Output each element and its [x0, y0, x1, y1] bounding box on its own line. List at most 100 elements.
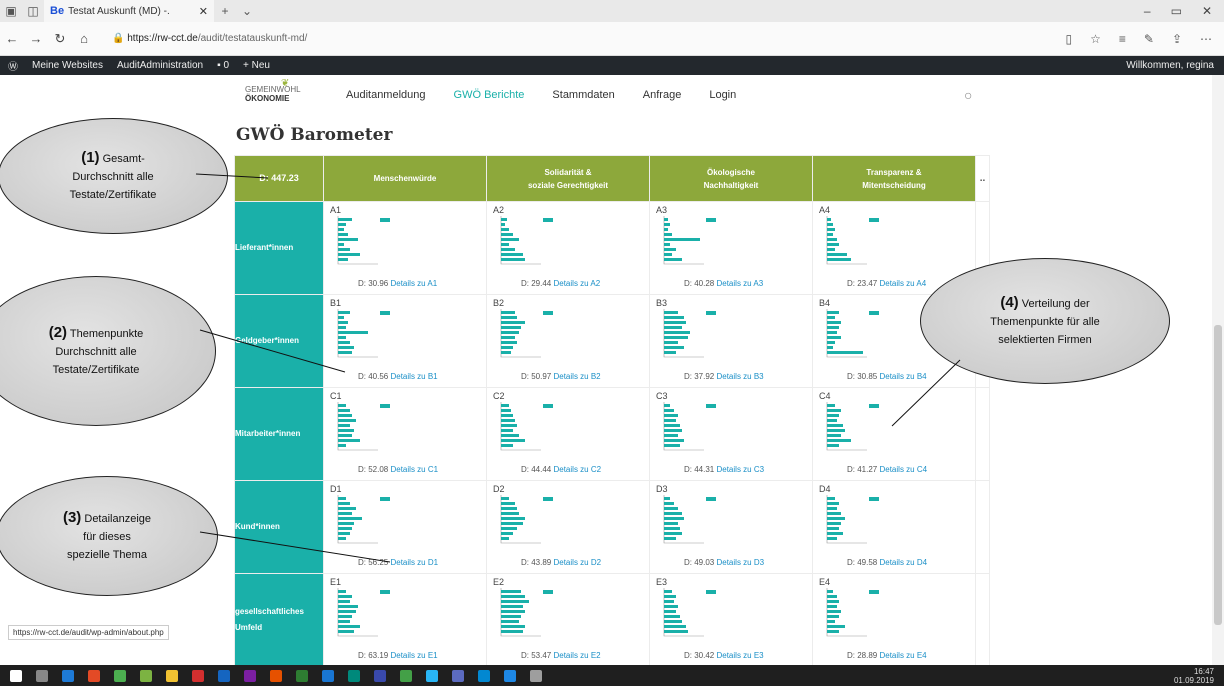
menu-item-anfrage[interactable]: Anfrage: [643, 89, 682, 101]
new-link[interactable]: + Neu: [243, 60, 270, 71]
favorite-star-icon[interactable]: ☆: [1090, 32, 1101, 46]
details-link[interactable]: Details zu D4: [879, 558, 927, 567]
details-link[interactable]: Details zu C4: [879, 465, 927, 474]
restore-icon[interactable]: ▭: [1171, 4, 1182, 18]
distribution-bar: [664, 321, 686, 324]
search-icon[interactable]: ○: [964, 87, 972, 103]
app-icon[interactable]: [530, 669, 542, 682]
menu-item-login[interactable]: Login: [709, 89, 736, 101]
back-icon[interactable]: ←: [0, 31, 24, 46]
details-link[interactable]: Details zu B4: [879, 372, 926, 381]
column-header-line2: Nachhaltigkeit: [703, 180, 759, 190]
chrome-icon[interactable]: [88, 669, 100, 682]
logo-line1: GEMEINWOHL: [245, 85, 301, 94]
details-link[interactable]: Details zu A2: [553, 279, 600, 288]
app-icon[interactable]: [140, 669, 152, 682]
new-tab-icon[interactable]: +: [214, 4, 236, 18]
distribution-bar: [664, 439, 684, 442]
browser-tab[interactable]: Be Testat Auskunft (MD) -. ✕: [44, 0, 214, 22]
excel-icon[interactable]: [296, 669, 308, 682]
forward-icon[interactable]: →: [24, 31, 48, 46]
visio-icon[interactable]: [374, 669, 386, 682]
project-icon[interactable]: [348, 669, 360, 682]
menu-item-stammdaten[interactable]: Stammdaten: [552, 89, 614, 101]
task-view-icon[interactable]: [36, 669, 48, 682]
app-icon[interactable]: [478, 669, 490, 682]
share-icon[interactable]: ⇪: [1172, 32, 1182, 46]
url-field[interactable]: 🔒 https://rw-cct.de/audit/testatauskunft…: [112, 33, 307, 44]
distribution-chart: [663, 309, 704, 358]
distribution-bar: [664, 223, 670, 226]
pen-icon[interactable]: ✎: [1144, 32, 1154, 46]
theme-cell: E2 D: 53.47 Details zu E2: [486, 573, 650, 667]
app-icon[interactable]: [504, 669, 516, 682]
average-value: D: 63.19: [358, 651, 389, 660]
distribution-bar: [501, 331, 519, 334]
outlook-icon[interactable]: [218, 669, 230, 682]
word-icon[interactable]: [322, 669, 334, 682]
details-link[interactable]: Details zu A4: [879, 279, 926, 288]
scrollbar-thumb[interactable]: [1214, 325, 1222, 625]
average-value: D: 50.97: [521, 372, 552, 381]
details-link[interactable]: Details zu A1: [390, 279, 437, 288]
distribution-bar: [338, 351, 352, 354]
comments-link[interactable]: ▪ 0: [217, 60, 229, 71]
details-link[interactable]: Details zu B3: [716, 372, 763, 381]
welcome-user[interactable]: Willkommen, regina: [1126, 60, 1224, 71]
distribution-chart: [337, 309, 378, 358]
powerpoint-icon[interactable]: [270, 669, 282, 682]
close-tab-icon[interactable]: ✕: [199, 5, 208, 18]
distribution-bar: [827, 439, 851, 442]
onenote-icon[interactable]: [244, 669, 256, 682]
menu-item-gwoe-berichte[interactable]: GWÖ Berichte: [454, 89, 525, 101]
menu-item-auditanmeldung[interactable]: Auditanmeldung: [346, 89, 426, 101]
details-link[interactable]: Details zu C2: [553, 465, 601, 474]
more-icon[interactable]: ⋯: [1200, 32, 1212, 46]
distribution-bar: [338, 497, 346, 500]
pdf-icon[interactable]: [192, 669, 204, 682]
minimize-icon[interactable]: –: [1144, 4, 1151, 18]
tab-aside-icon[interactable]: ◫: [22, 4, 44, 18]
details-link[interactable]: Details zu B1: [390, 372, 437, 381]
details-link[interactable]: Details zu E2: [553, 651, 600, 660]
my-sites-link[interactable]: Meine Websites: [32, 60, 103, 71]
favorites-hub-icon[interactable]: ≡: [1119, 32, 1126, 46]
close-window-icon[interactable]: ✕: [1202, 4, 1212, 18]
home-icon[interactable]: ⌂: [72, 31, 96, 46]
details-link[interactable]: Details zu B2: [553, 372, 600, 381]
refresh-icon[interactable]: ↻: [48, 31, 72, 47]
details-link[interactable]: Details zu C3: [716, 465, 764, 474]
tab-list-icon[interactable]: ▣: [0, 4, 22, 18]
details-link[interactable]: Details zu D2: [553, 558, 601, 567]
distribution-bar: [501, 351, 511, 354]
column-header: Transparenz & Mitentscheidung: [812, 155, 976, 202]
details-link[interactable]: Details zu E4: [879, 651, 926, 660]
app-icon[interactable]: [114, 669, 126, 682]
page-scrollbar[interactable]: [1212, 75, 1224, 665]
distribution-bar: [827, 507, 837, 510]
app-icon[interactable]: [452, 669, 464, 682]
edge-icon[interactable]: [62, 669, 74, 682]
distribution-chart: [500, 402, 541, 451]
app-icon[interactable]: [426, 669, 438, 682]
reading-view-icon[interactable]: ▯: [1065, 32, 1072, 46]
site-logo[interactable]: GEMEINWOHL ÖKONOMIE ❦: [245, 79, 301, 104]
wordpress-logo-icon[interactable]: Ⓦ: [8, 58, 18, 73]
chevron-down-icon[interactable]: ⌄: [236, 4, 258, 18]
details-link[interactable]: Details zu E1: [390, 651, 437, 660]
distribution-bar: [827, 336, 841, 339]
more-columns[interactable]: ..: [975, 155, 990, 202]
details-link[interactable]: Details zu A3: [716, 279, 763, 288]
details-link[interactable]: Details zu D3: [716, 558, 764, 567]
audit-admin-link[interactable]: AuditAdministration: [117, 60, 203, 71]
start-icon[interactable]: [10, 669, 22, 682]
distribution-bar: [664, 336, 688, 339]
details-link[interactable]: Details zu C1: [390, 465, 438, 474]
taskbar-clock[interactable]: 16:47 01.09.2019: [1174, 667, 1224, 685]
row-header-line1: Geldgeber*innen: [235, 336, 300, 345]
details-link[interactable]: Details zu D1: [390, 558, 438, 567]
details-link[interactable]: Details zu E3: [716, 651, 763, 660]
callout-text: Verteilung der: [1021, 297, 1090, 310]
folder-icon[interactable]: [166, 669, 178, 682]
app-icon[interactable]: [400, 669, 412, 682]
